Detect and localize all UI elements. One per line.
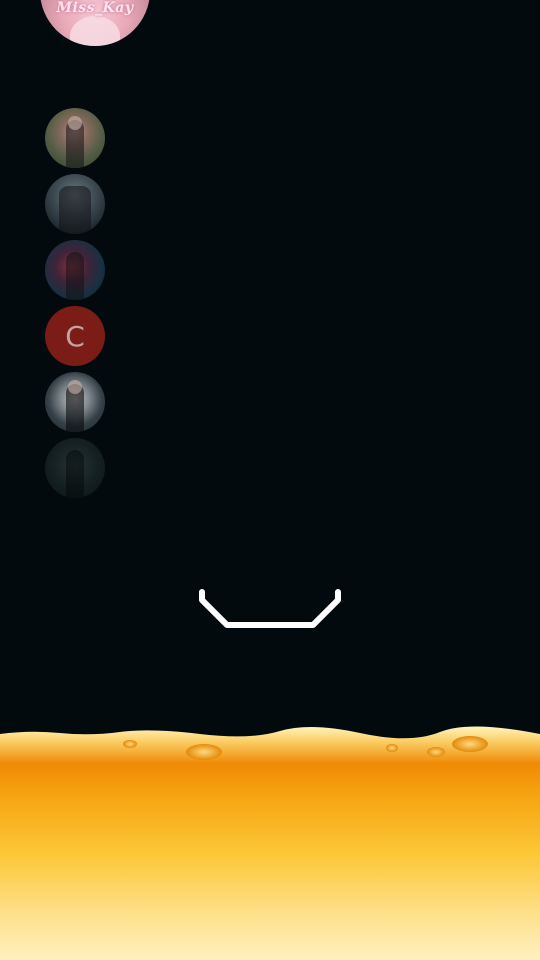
fire-ground	[0, 726, 540, 960]
avatar-name-overlay: Miss_Kay	[56, 0, 134, 16]
lava-bubble	[186, 744, 222, 760]
fire-surface	[0, 726, 540, 960]
lava-bubble	[427, 747, 445, 757]
lava-bubble	[386, 744, 398, 752]
story-avatar-6[interactable]	[45, 438, 105, 498]
avatar-photo-head	[68, 116, 82, 130]
avatar-photo-figure	[66, 450, 84, 498]
story-avatar-list: C	[45, 108, 105, 504]
story-avatar-4[interactable]: C	[45, 306, 105, 366]
story-avatar-3[interactable]	[45, 240, 105, 300]
avatar-photo-head	[68, 380, 82, 394]
smile-stroke	[199, 589, 341, 628]
avatar-photo-figure	[70, 16, 120, 46]
avatar-photo-figure	[66, 252, 84, 300]
avatar-photo-figure	[59, 186, 91, 234]
story-avatar-2[interactable]	[45, 174, 105, 234]
story-avatar-5[interactable]	[45, 372, 105, 432]
story-avatar-1[interactable]	[45, 108, 105, 168]
app-screen: Miss_Kay C	[0, 0, 540, 960]
smile-drawing	[199, 589, 341, 628]
profile-avatar[interactable]: Miss_Kay	[40, 0, 150, 46]
lava-bubble	[452, 736, 488, 752]
avatar-initial: C	[65, 319, 85, 353]
lava-bubble	[123, 740, 137, 748]
